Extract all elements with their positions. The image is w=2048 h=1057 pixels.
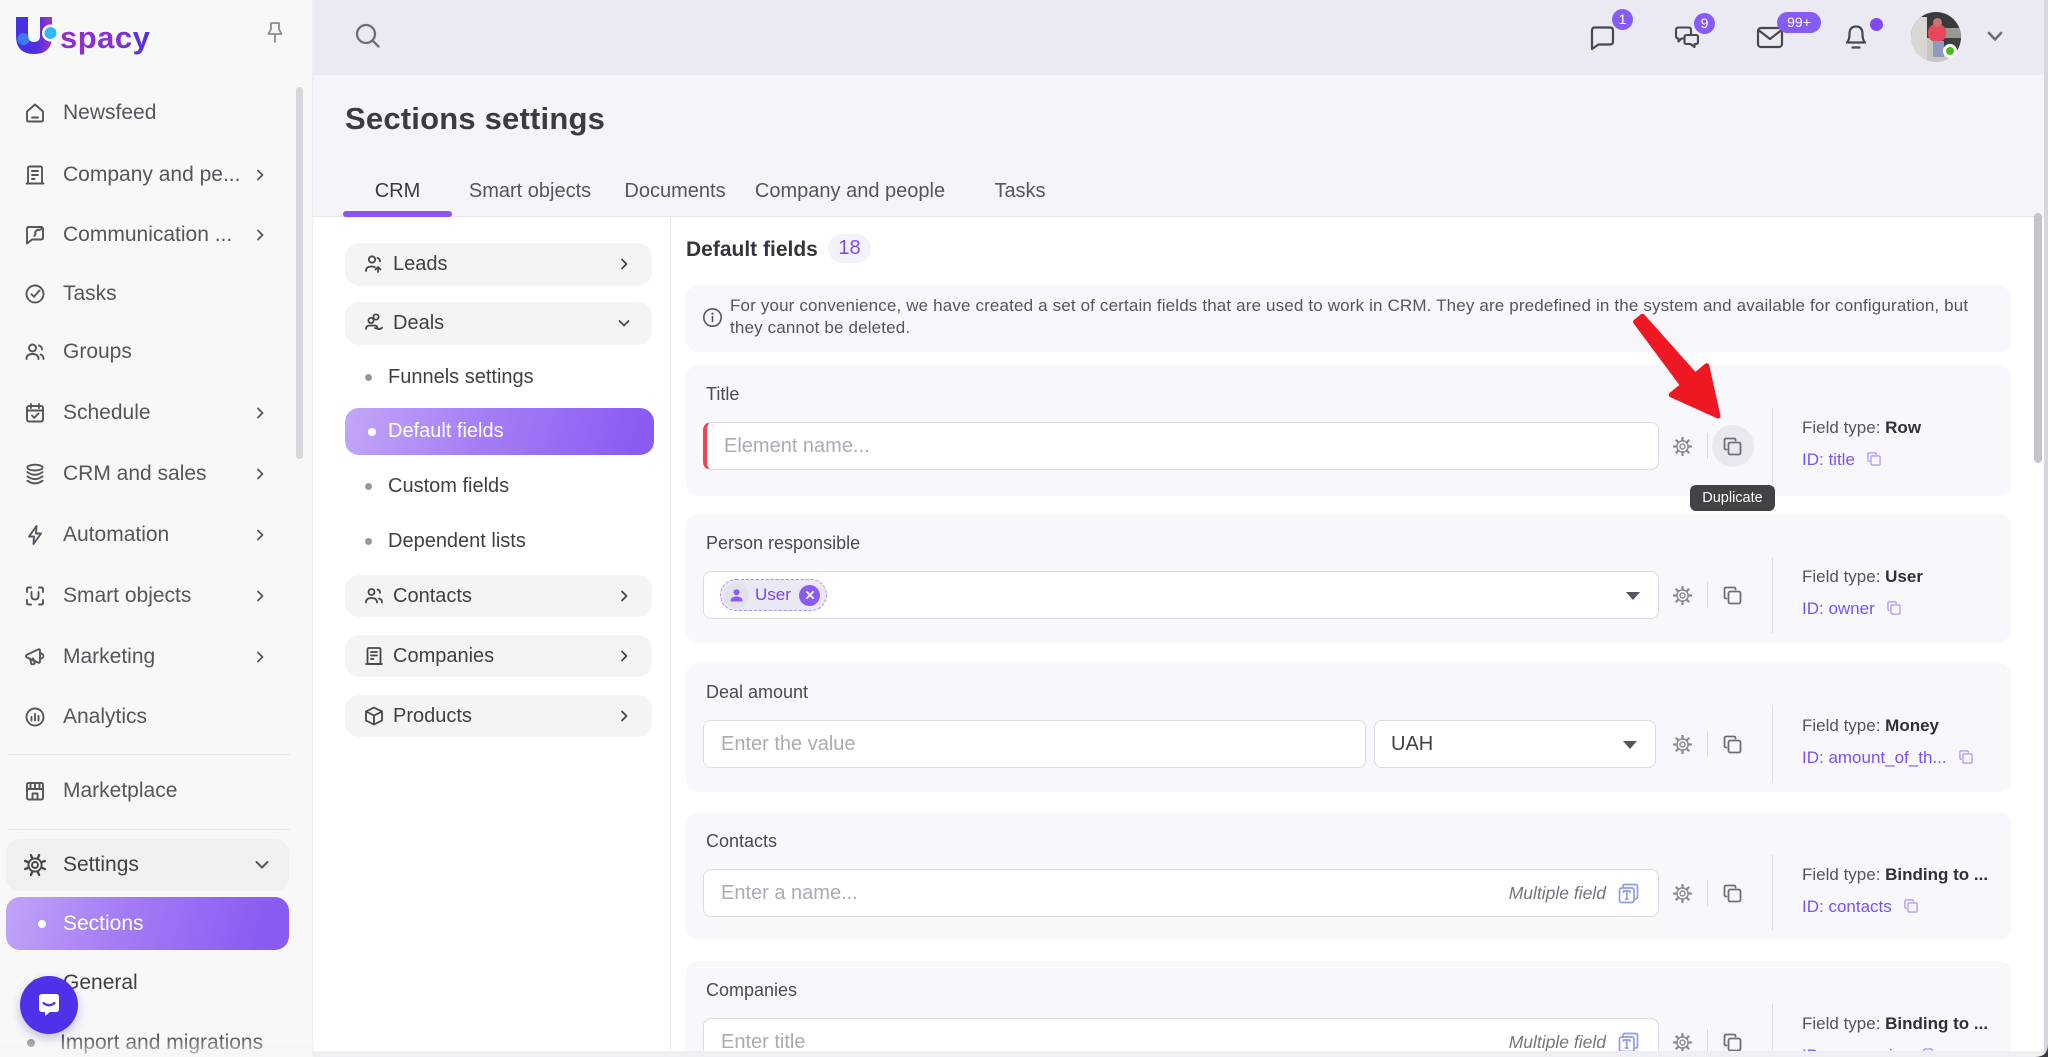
svg-text:spacy: spacy	[60, 20, 151, 55]
